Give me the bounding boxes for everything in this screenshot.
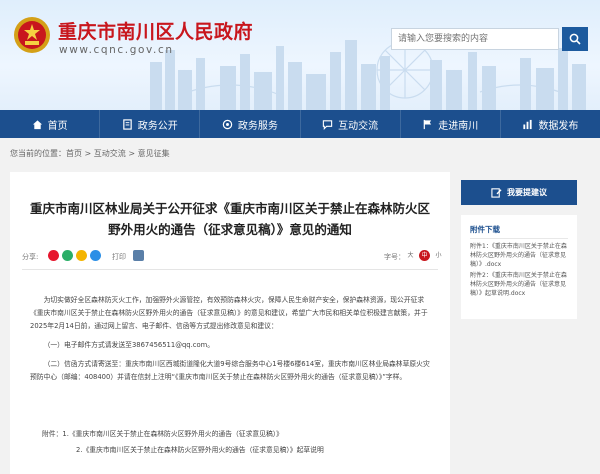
home-icon — [32, 119, 42, 129]
attachment-link[interactable]: 1.《重庆市南川区关于禁止在森林防火区野外用火的通告（征求意见稿）》 — [62, 430, 283, 438]
search-icon — [569, 33, 581, 45]
attachment-link[interactable]: 2.《重庆市南川区关于禁止在森林防火区野外用火的通告（征求意见稿）》起草说明 — [76, 446, 324, 454]
article-body: 为切实做好全区森林防灭火工作，加强野外火源管控，有效预防森林火灾，保障人民生命财… — [30, 294, 434, 390]
nav-item-label: 走进南川 — [438, 120, 479, 132]
nav-item-label: 数据发布 — [538, 120, 579, 132]
nav-item-about-nanchuan[interactable]: 走进南川 — [401, 110, 501, 138]
search-button[interactable] — [562, 27, 588, 51]
flag-icon — [423, 119, 432, 129]
site-url: www.cqnc.gov.cn — [59, 44, 174, 56]
print-icon[interactable] — [133, 250, 144, 261]
download-title: 附件下载 — [470, 225, 500, 234]
body-paragraph: （一）电子邮件方式请发送至3867456511@qq.com。 — [43, 341, 215, 349]
attachment-list: 附件：1.《重庆市南川区关于禁止在森林防火区野外用火的通告（征求意见稿）》 2.… — [34, 426, 434, 458]
font-size-medium[interactable]: 中 — [419, 250, 430, 261]
qzone-share-icon[interactable] — [76, 250, 87, 261]
qq-share-icon[interactable] — [90, 250, 101, 261]
nav-item-label: 政务公开 — [137, 120, 178, 132]
chart-icon — [523, 119, 533, 129]
download-link-1[interactable]: 附件1：《重庆市南川区关于禁止在森林防火区野外用火的通告（征求意见稿）》.doc… — [470, 242, 572, 269]
weibo-share-icon[interactable] — [48, 250, 59, 261]
attachment-download-panel: 附件下载 附件1：《重庆市南川区关于禁止在森林防火区野外用火的通告（征求意见稿）… — [461, 215, 577, 319]
nav-item-label: 首页 — [47, 120, 68, 132]
search-input[interactable] — [391, 28, 559, 50]
print-label: 打印 — [112, 253, 126, 261]
submit-suggestion-label: 我要提建议 — [507, 188, 547, 197]
breadcrumb[interactable]: 您当前的位置：首页 > 互动交流 > 意见征集 — [10, 148, 170, 159]
attachment-row-1: 附件：1.《重庆市南川区关于禁止在森林防火区野外用火的通告（征求意见稿）》 — [34, 426, 434, 442]
site-title[interactable]: 重庆市南川区人民政府 — [58, 17, 253, 44]
main-nav: 首页 政务公开 政务服务 互动交流 走进南川 数据发布 — [0, 110, 600, 138]
font-size-label: 字号： — [384, 253, 405, 261]
article-panel: 重庆市南川区林业局关于公开征求《重庆市南川区关于禁止在森林防火区野外用火的通告（… — [10, 172, 450, 474]
chat-icon — [322, 119, 333, 130]
share-label: 分享: — [22, 253, 39, 261]
submit-suggestion-button[interactable]: 我要提建议 — [461, 180, 577, 205]
nav-item-label: 互动交流 — [338, 120, 379, 132]
national-emblem-icon — [14, 17, 50, 53]
font-size-small[interactable]: 小 — [433, 250, 444, 261]
download-divider — [470, 238, 568, 239]
attachments-label: 附件： — [42, 430, 63, 438]
article-title: 重庆市南川区林业局关于公开征求《重庆市南川区关于禁止在森林防火区野外用火的通告（… — [30, 201, 431, 237]
nav-item-interaction[interactable]: 互动交流 — [301, 110, 401, 138]
nav-item-home[interactable]: 首页 — [0, 110, 101, 138]
font-size-large[interactable]: 大 — [405, 250, 416, 261]
attachment-row-2: 2.《重庆市南川区关于禁止在森林防火区野外用火的通告（征求意见稿）》起草说明 — [34, 442, 434, 458]
body-paragraph: （二）信函方式请寄送至：重庆市南川区西城街道隆化大道9号综合服务中心1号楼6楼6… — [30, 360, 430, 381]
nav-item-gov-services[interactable]: 政务服务 — [200, 110, 301, 138]
nav-item-label: 政务服务 — [237, 120, 278, 132]
body-paragraph: 为切实做好全区森林防灭火工作，加强野外火源管控，有效预防森林火灾，保障人民生命财… — [30, 296, 428, 330]
wechat-share-icon[interactable] — [62, 250, 73, 261]
toolbar-divider — [22, 269, 438, 270]
edit-icon — [491, 188, 502, 198]
site-header: 重庆市南川区人民政府 www.cqnc.gov.cn — [0, 0, 600, 110]
nav-item-gov-affairs[interactable]: 政务公开 — [100, 110, 201, 138]
download-link-2[interactable]: 附件2：《重庆市南川区关于禁止在森林防火区野外用火的通告（征求意见稿）》起草说明… — [470, 271, 572, 298]
service-icon — [222, 119, 233, 129]
document-icon — [122, 118, 132, 130]
article-toolbar: 分享: 打印 字号： 大 中 小 — [22, 250, 442, 264]
nav-item-data-release[interactable]: 数据发布 — [501, 110, 600, 138]
